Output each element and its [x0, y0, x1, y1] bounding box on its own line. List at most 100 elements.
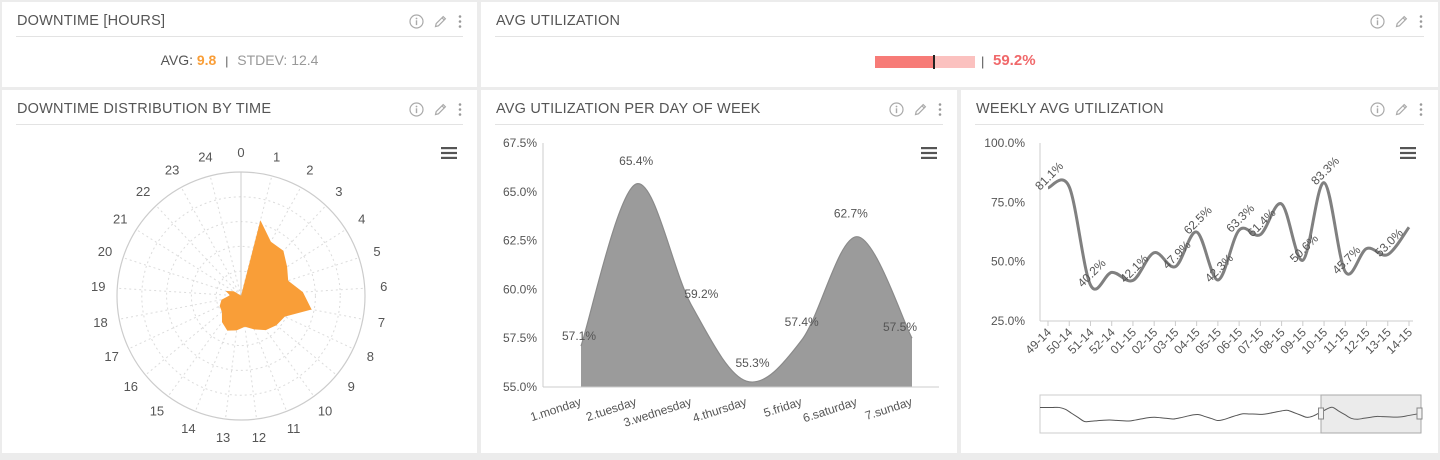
y-tick-label: 75.0%	[991, 195, 1025, 209]
polar-tick-label: 14	[181, 421, 195, 436]
x-tick-label: 5.friday	[762, 395, 804, 420]
y-tick-label: 67.5%	[503, 136, 537, 150]
edit-icon[interactable]	[913, 102, 928, 117]
x-tick-label: 4.thursday	[691, 395, 749, 426]
utilization-value: 59.2%	[993, 52, 1036, 69]
polar-tick-label: 8	[367, 349, 374, 364]
x-tick-label: 7.sunday	[863, 395, 914, 423]
avg-util-dow-panel: AVG UTILIZATION PER DAY OF WEEK 67.5% 65.…	[481, 90, 957, 453]
polar-tick-label: 1	[273, 149, 280, 164]
y-tick-label: 55.0%	[503, 380, 537, 394]
navigator-handle-right	[1416, 407, 1423, 420]
polar-tick-label: 6	[380, 279, 387, 294]
info-icon[interactable]	[889, 101, 904, 117]
data-label: 65.4%	[619, 154, 653, 168]
edit-icon[interactable]	[1394, 14, 1409, 29]
panel-header: AVG UTILIZATION	[495, 2, 1424, 37]
data-label: 57.4%	[785, 315, 819, 329]
polar-tick-label: 10	[318, 404, 332, 419]
y-tick-label: 100.0%	[984, 136, 1025, 150]
y-tick-label: 62.5%	[503, 234, 537, 248]
y-tick-label: 65.0%	[503, 185, 537, 199]
area-chart: 67.5% 65.0% 62.5% 60.0% 57.5% 55.0% 57.1% 65.4%…	[503, 136, 939, 430]
polar-tick-label: 9	[348, 379, 355, 394]
info-icon[interactable]	[409, 13, 424, 29]
downtime-distribution-panel: DOWNTIME DISTRIBUTION BY TIME 0123456789…	[2, 90, 477, 453]
stdev-label: STDEV:	[237, 52, 288, 68]
data-label: 57.5%	[883, 320, 917, 334]
edit-icon[interactable]	[1394, 102, 1409, 117]
data-label: 62.7%	[834, 207, 868, 221]
data-label: 55.3%	[735, 356, 769, 370]
more-icon[interactable]	[1418, 102, 1424, 117]
line-series	[1047, 178, 1411, 291]
edit-icon[interactable]	[433, 102, 448, 117]
polar-tick-label: 4	[358, 211, 365, 226]
more-icon[interactable]	[457, 14, 463, 29]
x-tick-label: 6.saturday	[801, 395, 859, 426]
panel-header: AVG UTILIZATION PER DAY OF WEEK	[495, 90, 943, 125]
polar-spoke	[136, 229, 242, 297]
polar-tick-label: 0	[237, 145, 244, 160]
avg-value: 9.8	[196, 52, 217, 68]
y-tick-label: 57.5%	[503, 331, 537, 345]
panel-title: DOWNTIME [HOURS]	[17, 13, 166, 29]
utilization-bar-fill	[875, 56, 935, 68]
panel-title: AVG UTILIZATION PER DAY OF WEEK	[496, 101, 761, 117]
polar-tick-label: 20	[98, 244, 112, 259]
info-icon[interactable]	[1370, 101, 1385, 117]
polar-tick-label: 16	[124, 379, 138, 394]
polar-spoke	[117, 287, 242, 297]
panel-title: DOWNTIME DISTRIBUTION BY TIME	[17, 101, 272, 117]
avg-label: AVG:	[160, 52, 193, 68]
polar-chart: 0 123456789101112131415161718192021222324	[91, 145, 387, 445]
stdev-value: 12.4	[291, 52, 319, 68]
polar-tick-label: 11	[287, 421, 301, 436]
separator: |	[225, 54, 229, 68]
polar-tick-label: 12	[252, 430, 266, 445]
more-icon[interactable]	[457, 102, 463, 117]
polar-tick-label: 21	[113, 211, 127, 226]
panel-header: WEEKLY AVG UTILIZATION	[975, 90, 1424, 125]
downtime-stats: AVG: 9.8 | STDEV: 12.4	[2, 52, 477, 68]
polar-tick-label: 2	[306, 163, 313, 178]
data-label: 57.1%	[562, 329, 596, 343]
line-chart: 100.0%75.0%50.0%25.0%49-1450-1451-1452-1…	[984, 136, 1423, 434]
data-label: 59.2%	[684, 287, 718, 301]
polar-tick-label: 22	[136, 184, 150, 199]
polar-spoke	[155, 205, 242, 297]
more-icon[interactable]	[937, 102, 943, 117]
downtime-hours-panel: DOWNTIME [HOURS] AVG: 9.8 | STDEV: 12.4	[2, 2, 477, 87]
polar-tick-label: 3	[335, 184, 342, 199]
polar-tick-label: 18	[93, 315, 107, 330]
polar-tick-label: 5	[373, 244, 380, 259]
panel-header: DOWNTIME DISTRIBUTION BY TIME	[16, 90, 463, 125]
polar-tick-label: 17	[104, 349, 118, 364]
polar-spoke	[180, 187, 242, 297]
x-tick-label: 1.monday	[528, 395, 582, 425]
panel-title: AVG UTILIZATION	[496, 13, 621, 29]
edit-icon[interactable]	[433, 14, 448, 29]
polar-area-series	[219, 220, 312, 331]
weekly-avg-panel: WEEKLY AVG UTILIZATION 100.0% 75.0% 50.0% 2…	[961, 90, 1438, 453]
navigator-selection	[1320, 394, 1422, 434]
more-icon[interactable]	[1418, 14, 1424, 29]
panel-title: WEEKLY AVG UTILIZATION	[976, 101, 1164, 117]
panel-header: DOWNTIME [HOURS]	[16, 2, 463, 37]
separator: |	[981, 54, 985, 69]
polar-tick-label: 23	[165, 163, 179, 178]
y-tick-label: 50.0%	[991, 255, 1025, 269]
avg-utilization-panel: AVG UTILIZATION | 59.2%	[481, 2, 1438, 87]
polar-spoke	[209, 175, 242, 297]
utilization-bar	[875, 55, 975, 69]
polar-tick-label: 24	[198, 149, 212, 164]
polar-tick-label: 15	[150, 404, 164, 419]
info-icon[interactable]	[1370, 13, 1385, 29]
y-tick-label: 25.0%	[991, 314, 1025, 328]
utilization-bar-marker	[933, 55, 936, 69]
navigator-handle-left	[1318, 407, 1324, 420]
y-tick-label: 60.0%	[503, 282, 537, 296]
info-icon[interactable]	[409, 101, 424, 117]
polar-tick-label: 13	[216, 430, 230, 445]
polar-tick-label: 19	[91, 279, 105, 294]
